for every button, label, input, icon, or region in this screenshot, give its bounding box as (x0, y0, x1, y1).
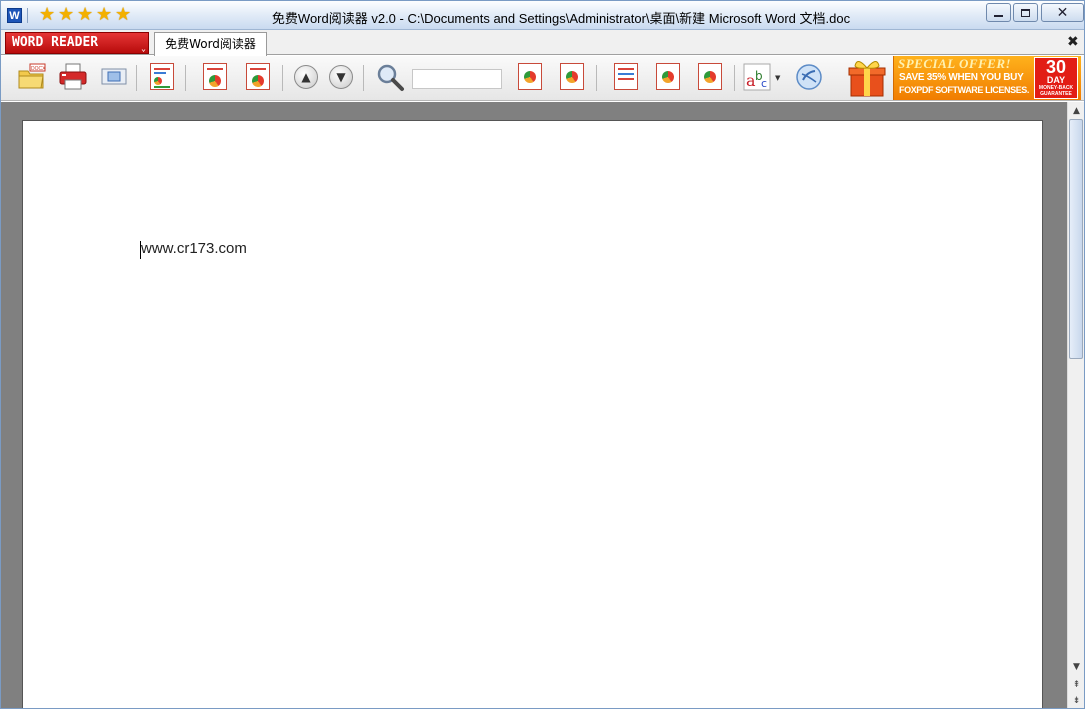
scroll-down-button[interactable]: ▼ (1068, 659, 1084, 674)
tab-bar: WORD READER ⌄ 免费Word阅读器 ✖ (1, 30, 1084, 56)
star-icon[interactable]: ★ (115, 5, 133, 25)
document-viewport[interactable]: www.cr173.com (1, 102, 1067, 708)
open-button[interactable]: DOCX (17, 62, 47, 92)
chevron-down-icon: ⌄ (141, 44, 146, 53)
previous-view-icon (656, 63, 680, 90)
previous-page-scroll-button[interactable]: ⇞ (1068, 677, 1084, 692)
arrow-down-icon: ▼ (329, 65, 353, 89)
print-button[interactable] (58, 62, 88, 92)
globe-icon (796, 64, 822, 90)
print-icon (59, 63, 87, 90)
badge-number: 30 (1045, 57, 1067, 77)
next-view-icon (698, 63, 722, 90)
chevron-down-icon: ▼ (775, 74, 781, 82)
word-reader-menu-button[interactable]: WORD READER ⌄ (5, 32, 149, 54)
search-button[interactable] (375, 62, 405, 92)
money-back-badge: 30 DAY MONEY-BACK GUARANTEE (1034, 57, 1078, 99)
toolbar-separator (363, 65, 364, 91)
word-app-icon[interactable]: W (7, 8, 22, 23)
copy-page-icon (203, 63, 227, 90)
rating-stars[interactable]: ★ ★ ★ ★ ★ (39, 5, 133, 25)
logo-text: WORD READER (12, 35, 99, 50)
screen-view-icon (101, 68, 127, 85)
page-down-icon: ⇟ (1072, 695, 1081, 706)
toolbar-separator (282, 65, 283, 91)
maximize-icon (1021, 8, 1030, 17)
next-view-button[interactable] (695, 62, 725, 92)
find-previous-button[interactable] (515, 62, 545, 92)
vertical-scrollbar[interactable]: ▲ ▼ ⇞ ⇟ (1067, 102, 1084, 708)
star-icon[interactable]: ★ (77, 5, 95, 25)
special-offer-banner[interactable]: SPECIAL OFFER! SAVE 35% WHEN YOU BUY FOX… (893, 56, 1081, 100)
search-input[interactable] (412, 69, 502, 89)
chevron-down-icon: ▼ (1073, 661, 1080, 672)
find-previous-icon (518, 63, 542, 90)
badge-guarantee: MONEY-BACK GUARANTEE (1038, 85, 1074, 97)
close-tab-icon[interactable]: ✖ (1067, 34, 1079, 50)
offer-line-1: SAVE 35% WHEN YOU BUY (899, 72, 1024, 83)
star-icon[interactable]: ★ (58, 5, 76, 25)
page-up-icon: ⇞ (1072, 679, 1081, 690)
toolbar-separator (734, 65, 735, 91)
export-page-icon (246, 63, 270, 90)
star-icon[interactable]: ★ (96, 5, 114, 25)
chevron-up-icon: ▲ (1073, 105, 1080, 116)
fit-page-button[interactable] (611, 62, 641, 92)
document-page[interactable]: www.cr173.com (22, 120, 1043, 708)
open-folder-icon: DOCX (18, 63, 46, 89)
search-icon (377, 64, 404, 91)
title-separator (27, 8, 28, 23)
minimize-button[interactable] (986, 3, 1011, 22)
app-window: W ★ ★ ★ ★ ★ 免费Word阅读器 v2.0 - C:\Document… (0, 0, 1085, 709)
full-screen-button[interactable] (99, 62, 129, 92)
star-icon[interactable]: ★ (39, 5, 57, 25)
page-layout-button[interactable] (147, 62, 177, 92)
scroll-up-button[interactable]: ▲ (1068, 103, 1084, 118)
window-title: 免费Word阅读器 v2.0 - C:\Documents and Settin… (271, 11, 851, 26)
docx-label: DOCX (31, 66, 46, 72)
find-next-button[interactable] (557, 62, 587, 92)
title-bar[interactable]: W ★ ★ ★ ★ ★ 免费Word阅读器 v2.0 - C:\Document… (1, 1, 1084, 30)
offer-line-2: FOXPDF SOFTWARE LICENSES. (899, 85, 1030, 95)
fit-page-icon (614, 63, 638, 90)
arrow-up-icon: ▲ (294, 65, 318, 89)
tab-document[interactable]: 免费Word阅读器 (154, 32, 267, 56)
toolbar-separator (136, 65, 137, 91)
document-text[interactable]: www.cr173.com (141, 240, 247, 257)
export-page-button[interactable] (243, 62, 273, 92)
toolbar-separator (596, 65, 597, 91)
toolbar: DOCX ▲ ▼ a b c ▼ SPECIAL OFFER! SAVE 35%… (1, 56, 1084, 101)
spell-check-button[interactable]: a b c (742, 62, 772, 92)
close-icon: ✕ (1056, 4, 1069, 21)
web-link-button[interactable] (794, 62, 824, 92)
badge-word: DAY (1046, 75, 1066, 85)
toolbar-separator (185, 65, 186, 91)
copy-page-button[interactable] (200, 62, 230, 92)
previous-view-button[interactable] (653, 62, 683, 92)
scrollbar-thumb[interactable] (1069, 119, 1083, 359)
next-page-button[interactable]: ▼ (327, 62, 357, 92)
maximize-button[interactable] (1013, 3, 1038, 22)
spell-check-icon: a b c (743, 63, 771, 91)
gift-icon (848, 61, 886, 97)
offer-headline: SPECIAL OFFER! (898, 56, 1012, 71)
svg-text:c: c (761, 77, 767, 90)
minimize-icon (994, 14, 1003, 17)
page-layout-icon (150, 63, 174, 90)
next-page-scroll-button[interactable]: ⇟ (1068, 693, 1084, 708)
previous-page-button[interactable]: ▲ (292, 62, 322, 92)
spell-check-dropdown[interactable]: ▼ (773, 62, 785, 92)
close-button[interactable]: ✕ (1041, 3, 1084, 22)
find-next-icon (560, 63, 584, 90)
